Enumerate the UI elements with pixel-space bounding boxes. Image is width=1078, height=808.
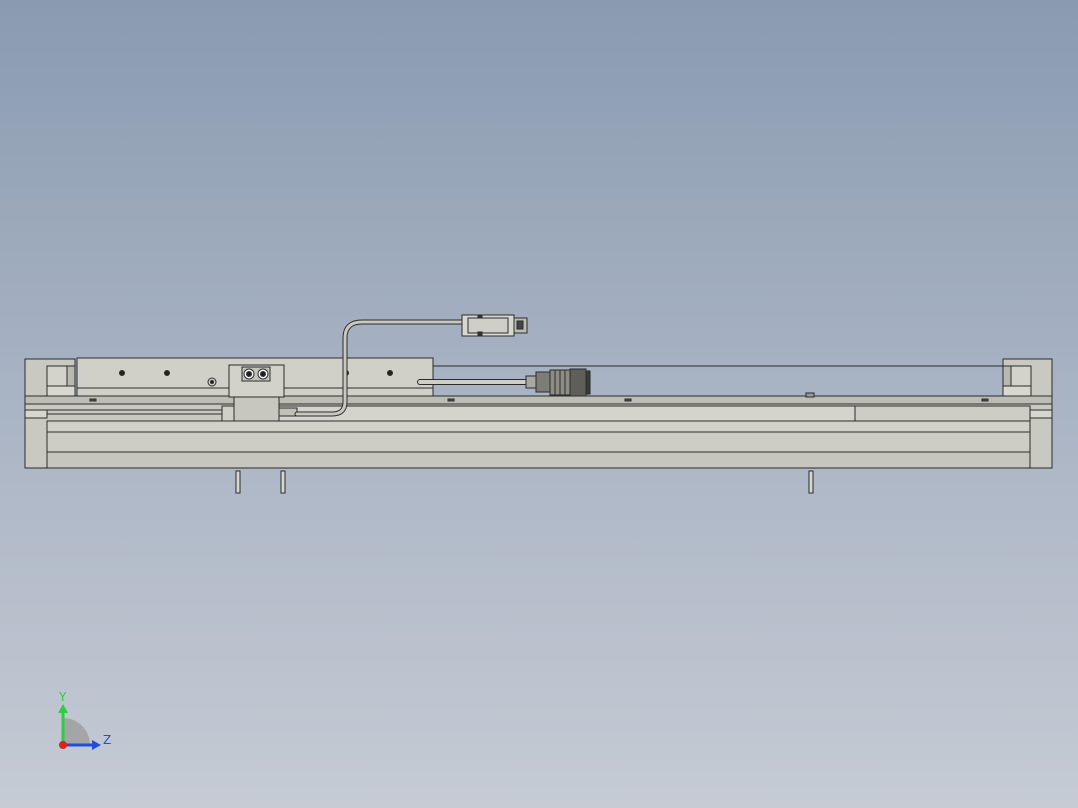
actuator-assembly[interactable] <box>24 314 1053 494</box>
z-axis-label: Z <box>103 733 111 747</box>
view-orientation-triad[interactable]: Y Z <box>58 690 111 750</box>
linear-actuator-model[interactable]: Y Z <box>0 0 1078 808</box>
z-axis-arrowhead <box>92 740 101 750</box>
x-axis-origin <box>59 741 67 749</box>
y-axis-label: Y <box>58 690 67 704</box>
motor-connector <box>525 368 591 397</box>
mounting-pins <box>235 470 814 494</box>
left-end-bracket <box>24 358 76 397</box>
cad-graphics-viewport[interactable]: Y Z <box>0 0 1078 808</box>
y-axis-arrowhead <box>58 704 68 713</box>
sensor-connector <box>461 314 528 337</box>
right-end-bracket <box>1002 358 1053 397</box>
triad-quadrant <box>63 718 90 745</box>
main-rail-body <box>24 395 1053 469</box>
